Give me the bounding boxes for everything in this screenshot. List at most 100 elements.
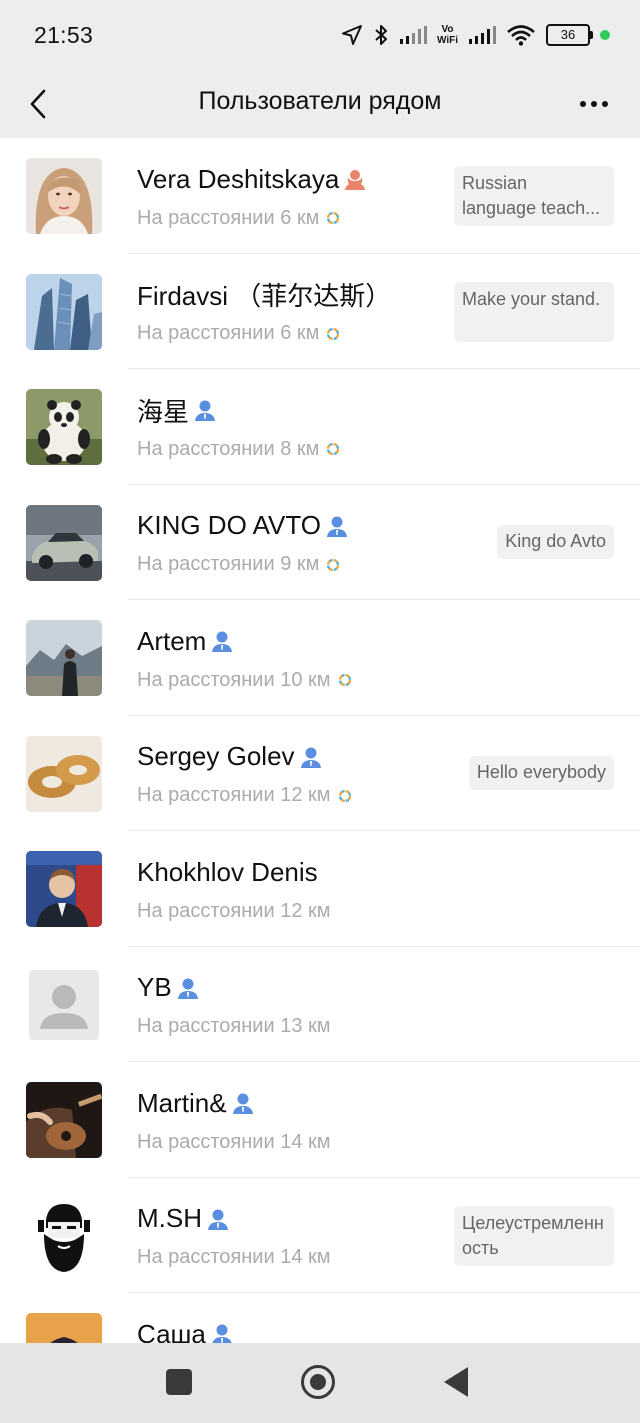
user-row[interactable]: Artem На расстоянии 10 км bbox=[0, 600, 640, 716]
male-icon bbox=[195, 400, 216, 421]
name-line: Artem bbox=[137, 624, 234, 658]
user-distance: На расстоянии 12 км bbox=[137, 899, 331, 922]
user-row[interactable]: Vera Deshitskaya На расстоянии 6 км Russ… bbox=[0, 138, 640, 254]
location-arrow-icon bbox=[341, 25, 362, 45]
user-name: Firdavsi （菲尔达斯） bbox=[137, 281, 392, 311]
avatar[interactable] bbox=[26, 966, 102, 1043]
moments-wheel-icon bbox=[338, 674, 351, 686]
distance-line: На расстоянии 14 км bbox=[137, 1244, 331, 1272]
moments-wheel-icon bbox=[327, 443, 340, 455]
mountains-person-icon bbox=[26, 620, 102, 696]
panda-icon bbox=[26, 389, 102, 465]
user-row[interactable]: Khokhlov Denis На расстоянии 12 км bbox=[0, 831, 640, 947]
nearby-users-list[interactable]: Vera Deshitskaya На расстоянии 6 км Russ… bbox=[0, 138, 640, 1343]
user-row[interactable]: Martin& На расстоянии 14 км bbox=[0, 1062, 640, 1178]
avatar[interactable] bbox=[26, 1197, 102, 1274]
user-distance: На расстоянии 10 км bbox=[137, 668, 331, 691]
privacy-dot bbox=[600, 30, 610, 40]
user-row[interactable]: KING DO AVTO На расстоянии 9 км King do … bbox=[0, 484, 640, 600]
user-row[interactable]: 海星 На расстоянии 8 км bbox=[0, 369, 640, 485]
bluetooth-icon bbox=[375, 25, 387, 45]
name-line: Martin& bbox=[137, 1086, 255, 1120]
more-dot-icon bbox=[580, 101, 586, 107]
wifi-icon bbox=[507, 25, 535, 46]
name-line: Саша bbox=[137, 1317, 234, 1343]
user-name: Khokhlov Denis bbox=[137, 856, 318, 887]
name-line: Vera Deshitskaya bbox=[137, 162, 367, 196]
bagels-icon bbox=[26, 735, 102, 812]
more-dot-icon bbox=[591, 101, 597, 107]
recent-apps-button[interactable] bbox=[166, 1369, 192, 1395]
user-row[interactable]: M.SH На расстоянии 14 км Целеустремленно… bbox=[0, 1177, 640, 1293]
status-time: 21:53 bbox=[34, 22, 94, 48]
male-icon bbox=[300, 747, 321, 768]
user-row[interactable]: Sergey Golev На расстоянии 12 км Hello e… bbox=[0, 715, 640, 831]
vowifi-indicator: Vo WiFi bbox=[437, 24, 458, 46]
name-line: Firdavsi （菲尔达斯） bbox=[137, 278, 391, 312]
male-icon bbox=[208, 1209, 228, 1230]
top-navbar: Пользователи рядом bbox=[0, 70, 640, 138]
user-name: M.SH bbox=[137, 1203, 202, 1233]
car-icon bbox=[26, 504, 102, 581]
male-icon bbox=[232, 1093, 253, 1114]
status-bar: 21:53 Vo WiFi 36 bbox=[0, 0, 640, 70]
user-name: YB bbox=[137, 972, 172, 1002]
name-line: Sergey Golev bbox=[137, 740, 323, 774]
more-options-button[interactable] bbox=[568, 80, 620, 128]
avatar[interactable] bbox=[26, 851, 102, 927]
distance-line: На расстоянии 14 км bbox=[137, 1128, 331, 1156]
anime-avatar-icon bbox=[26, 1313, 102, 1343]
name-line: KING DO AVTO bbox=[137, 509, 349, 543]
system-navigation-bar bbox=[0, 1343, 640, 1423]
signature-bubble: Russian language teach... bbox=[454, 166, 614, 226]
signature-bubble: Hello everybody bbox=[468, 755, 614, 790]
male-icon bbox=[326, 516, 347, 537]
moments-wheel-icon bbox=[327, 327, 340, 340]
avatar[interactable] bbox=[26, 389, 102, 465]
user-row[interactable]: YB На расстоянии 13 км bbox=[0, 946, 640, 1062]
avatar[interactable] bbox=[26, 273, 102, 350]
skyscrapers-icon bbox=[26, 273, 102, 350]
user-distance: На расстоянии 12 км bbox=[137, 784, 331, 806]
default-avatar-icon bbox=[26, 966, 102, 1043]
bearded-man-icon bbox=[26, 1197, 102, 1274]
more-dot-icon bbox=[602, 101, 608, 107]
avatar[interactable] bbox=[26, 1313, 102, 1343]
home-button[interactable] bbox=[301, 1365, 335, 1399]
user-name: Vera Deshitskaya bbox=[137, 163, 340, 194]
moments-wheel-icon bbox=[327, 212, 340, 224]
distance-line: На расстоянии 13 км bbox=[137, 1013, 331, 1041]
male-icon bbox=[212, 631, 233, 652]
avatar[interactable] bbox=[26, 620, 102, 696]
user-row[interactable]: Firdavsi （菲尔达斯） На расстоянии 6 км Make … bbox=[0, 253, 640, 369]
user-distance: На расстоянии 14 км bbox=[137, 1130, 331, 1153]
avatar[interactable] bbox=[26, 158, 102, 234]
page-title: Пользователи рядом bbox=[198, 87, 442, 115]
vowifi-bottom: WiFi bbox=[436, 35, 458, 46]
distance-line: На расстоянии 6 км bbox=[137, 320, 340, 348]
moments-wheel-icon bbox=[338, 789, 351, 802]
distance-line: На расстоянии 9 км bbox=[137, 551, 340, 579]
avatar[interactable] bbox=[26, 735, 102, 812]
user-name: KING DO AVTO bbox=[137, 510, 321, 540]
user-name: Martin& bbox=[137, 1087, 227, 1118]
status-icons: Vo WiFi 36 bbox=[341, 18, 610, 52]
signature-bubble: Make your stand. bbox=[454, 281, 614, 342]
user-name: Artem bbox=[137, 625, 207, 656]
moments-wheel-icon bbox=[327, 558, 340, 571]
distance-line: На расстоянии 8 км bbox=[137, 435, 340, 463]
vowifi-top: Vo bbox=[441, 24, 454, 35]
user-distance: На расстоянии 14 км bbox=[137, 1246, 331, 1268]
user-distance: На расстоянии 6 км bbox=[137, 322, 320, 344]
avatar[interactable] bbox=[26, 1082, 102, 1158]
user-row[interactable]: Саша bbox=[0, 1293, 640, 1343]
user-distance: На расстоянии 6 км bbox=[137, 206, 320, 229]
distance-line: На расстоянии 6 км bbox=[137, 204, 340, 232]
user-name: 海星 bbox=[137, 396, 190, 427]
system-back-button[interactable] bbox=[444, 1367, 468, 1397]
name-line: 海星 bbox=[137, 393, 217, 427]
signature-bubble: Целеустремленность bbox=[454, 1205, 614, 1266]
distance-line: На расстоянии 12 км bbox=[137, 782, 351, 810]
woman-portrait-icon bbox=[26, 158, 102, 234]
avatar[interactable] bbox=[26, 504, 102, 581]
